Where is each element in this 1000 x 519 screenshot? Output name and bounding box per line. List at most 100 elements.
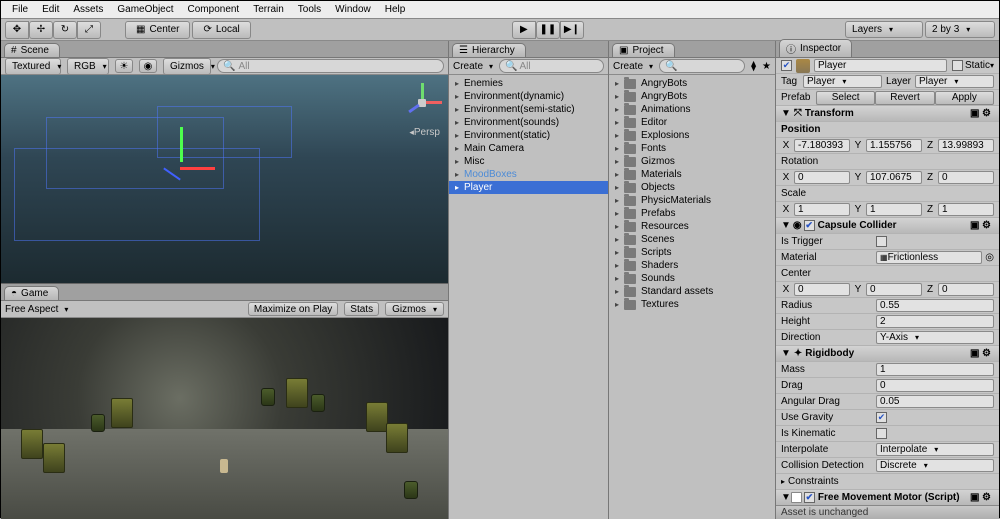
component-enabled-checkbox[interactable]: ✔ bbox=[804, 220, 815, 231]
project-item[interactable]: ▸Scripts bbox=[609, 246, 775, 259]
project-search[interactable]: 🔍 bbox=[659, 59, 745, 73]
game-tab[interactable]: ◓Game bbox=[4, 286, 59, 300]
project-item[interactable]: ▸AngryBots bbox=[609, 90, 775, 103]
help-icon[interactable]: ▣ bbox=[970, 220, 982, 232]
hierarchy-search[interactable]: 🔍All bbox=[499, 59, 604, 73]
hierarchy-tab[interactable]: ☰Hierarchy bbox=[452, 43, 526, 57]
project-item[interactable]: ▸Gizmos bbox=[609, 155, 775, 168]
menu-assets[interactable]: Assets bbox=[66, 2, 110, 17]
scene-viewport[interactable]: ◂Persp bbox=[1, 75, 448, 283]
scene-audio-toggle[interactable]: ◉ bbox=[139, 59, 157, 73]
menu-gameobject[interactable]: GameObject bbox=[110, 2, 180, 17]
scale-tool[interactable]: ⤢ bbox=[77, 21, 101, 39]
gameobject-name-field[interactable]: Player bbox=[814, 59, 947, 72]
context-menu-icon[interactable]: ⚙ bbox=[982, 492, 994, 504]
aspect-dropdown[interactable]: Free Aspect bbox=[5, 304, 58, 315]
help-icon[interactable]: ▣ bbox=[970, 492, 982, 504]
foldout-icon[interactable]: ▼ bbox=[781, 492, 791, 503]
hierarchy-item[interactable]: ▸Misc bbox=[449, 155, 608, 168]
project-item[interactable]: ▸Standard assets bbox=[609, 285, 775, 298]
inspector-tab[interactable]: ⓘInspector bbox=[779, 39, 852, 57]
project-filter-icon[interactable]: ⧫ bbox=[751, 61, 756, 72]
rotation-x-field[interactable]: 0 bbox=[794, 171, 850, 184]
scale-z-field[interactable]: 1 bbox=[938, 203, 994, 216]
handle-toggle[interactable]: ⟳Local bbox=[192, 21, 250, 39]
help-icon[interactable]: ▣ bbox=[970, 108, 982, 120]
hierarchy-item[interactable]: ▸Enemies bbox=[449, 77, 608, 90]
menu-component[interactable]: Component bbox=[181, 2, 247, 17]
prefab-select-button[interactable]: Select bbox=[816, 91, 875, 105]
scene-search[interactable]: 🔍All bbox=[217, 59, 444, 73]
menu-window[interactable]: Window bbox=[328, 2, 378, 17]
project-item[interactable]: ▸Explosions bbox=[609, 129, 775, 142]
project-tab[interactable]: ▣Project bbox=[612, 43, 675, 57]
mass-field[interactable]: 1 bbox=[876, 363, 994, 376]
scale-y-field[interactable]: 1 bbox=[866, 203, 922, 216]
drag-field[interactable]: 0 bbox=[876, 379, 994, 392]
move-gizmo-y[interactable] bbox=[180, 127, 183, 162]
project-item[interactable]: ▸Fonts bbox=[609, 142, 775, 155]
physic-material-field[interactable]: ▦Frictionless bbox=[876, 251, 982, 264]
project-item[interactable]: ▸Editor bbox=[609, 116, 775, 129]
pivot-toggle[interactable]: ▦Center bbox=[125, 21, 190, 39]
pause-button[interactable]: ❚❚ bbox=[536, 21, 560, 39]
project-item[interactable]: ▸Prefabs bbox=[609, 207, 775, 220]
move-tool[interactable]: ✢ bbox=[29, 21, 53, 39]
play-button[interactable]: ▶ bbox=[512, 21, 536, 39]
hand-tool[interactable]: ✥ bbox=[5, 21, 29, 39]
menu-terrain[interactable]: Terrain bbox=[246, 2, 291, 17]
game-gizmos-dropdown[interactable]: Gizmos bbox=[385, 302, 444, 316]
interpolate-dropdown[interactable]: Interpolate bbox=[876, 443, 994, 456]
project-create-dropdown[interactable]: Create bbox=[613, 61, 643, 72]
foldout-icon[interactable]: ▼ bbox=[781, 220, 791, 231]
object-picker-icon[interactable]: ◎ bbox=[985, 252, 994, 263]
project-item[interactable]: ▸Objects bbox=[609, 181, 775, 194]
static-checkbox[interactable] bbox=[952, 60, 963, 71]
project-item[interactable]: ▸Sounds bbox=[609, 272, 775, 285]
stats-toggle[interactable]: Stats bbox=[344, 302, 379, 316]
foldout-icon[interactable]: ▼ bbox=[781, 108, 791, 119]
maximize-toggle[interactable]: Maximize on Play bbox=[248, 302, 338, 316]
rotation-z-field[interactable]: 0 bbox=[938, 171, 994, 184]
rgb-dropdown[interactable]: RGB bbox=[67, 58, 109, 75]
hierarchy-item[interactable]: ▸Environment(semi-static) bbox=[449, 103, 608, 116]
prefab-apply-button[interactable]: Apply bbox=[935, 91, 994, 105]
layout-dropdown[interactable]: 2 by 3 bbox=[925, 21, 995, 38]
height-field[interactable]: 2 bbox=[876, 315, 994, 328]
rotation-y-field[interactable]: 107.0675 bbox=[866, 171, 922, 184]
help-icon[interactable]: ▣ bbox=[970, 348, 982, 360]
collision-detection-dropdown[interactable]: Discrete bbox=[876, 459, 994, 472]
hierarchy-item[interactable]: ▸MoodBoxes bbox=[449, 168, 608, 181]
hierarchy-item[interactable]: ▸Environment(sounds) bbox=[449, 116, 608, 129]
tag-dropdown[interactable]: Player bbox=[803, 75, 882, 88]
position-y-field[interactable]: 1.155756 bbox=[866, 139, 922, 152]
project-item[interactable]: ▸Shaders bbox=[609, 259, 775, 272]
context-menu-icon[interactable]: ⚙ bbox=[982, 348, 994, 360]
position-z-field[interactable]: 13.99893 bbox=[938, 139, 994, 152]
position-x-field[interactable]: -7.180393 bbox=[794, 139, 850, 152]
project-item[interactable]: ▸AngryBots bbox=[609, 77, 775, 90]
menu-edit[interactable]: Edit bbox=[35, 2, 66, 17]
project-item[interactable]: ▸Animations bbox=[609, 103, 775, 116]
is-kinematic-checkbox[interactable] bbox=[876, 428, 887, 439]
context-menu-icon[interactable]: ⚙ bbox=[982, 220, 994, 232]
center-x-field[interactable]: 0 bbox=[794, 283, 850, 296]
radius-field[interactable]: 0.55 bbox=[876, 299, 994, 312]
hierarchy-create-dropdown[interactable]: Create bbox=[453, 61, 483, 72]
orientation-gizmo[interactable] bbox=[400, 81, 442, 123]
direction-dropdown[interactable]: Y-Axis bbox=[876, 331, 994, 344]
foldout-icon[interactable]: ▸ bbox=[781, 477, 785, 486]
move-gizmo-x[interactable] bbox=[180, 167, 215, 170]
is-trigger-checkbox[interactable] bbox=[876, 236, 887, 247]
menu-file[interactable]: File bbox=[5, 2, 35, 17]
scene-tab[interactable]: #Scene bbox=[4, 43, 60, 57]
foldout-icon[interactable]: ▼ bbox=[781, 348, 791, 359]
center-z-field[interactable]: 0 bbox=[938, 283, 994, 296]
step-button[interactable]: ▶❙ bbox=[560, 21, 584, 39]
use-gravity-checkbox[interactable]: ✔ bbox=[876, 412, 887, 423]
center-y-field[interactable]: 0 bbox=[866, 283, 922, 296]
hierarchy-item-selected[interactable]: ▸Player bbox=[449, 181, 608, 194]
project-item[interactable]: ▸Textures bbox=[609, 298, 775, 311]
gameobject-active-checkbox[interactable]: ✔ bbox=[781, 60, 792, 71]
shading-dropdown[interactable]: Textured bbox=[5, 58, 61, 75]
